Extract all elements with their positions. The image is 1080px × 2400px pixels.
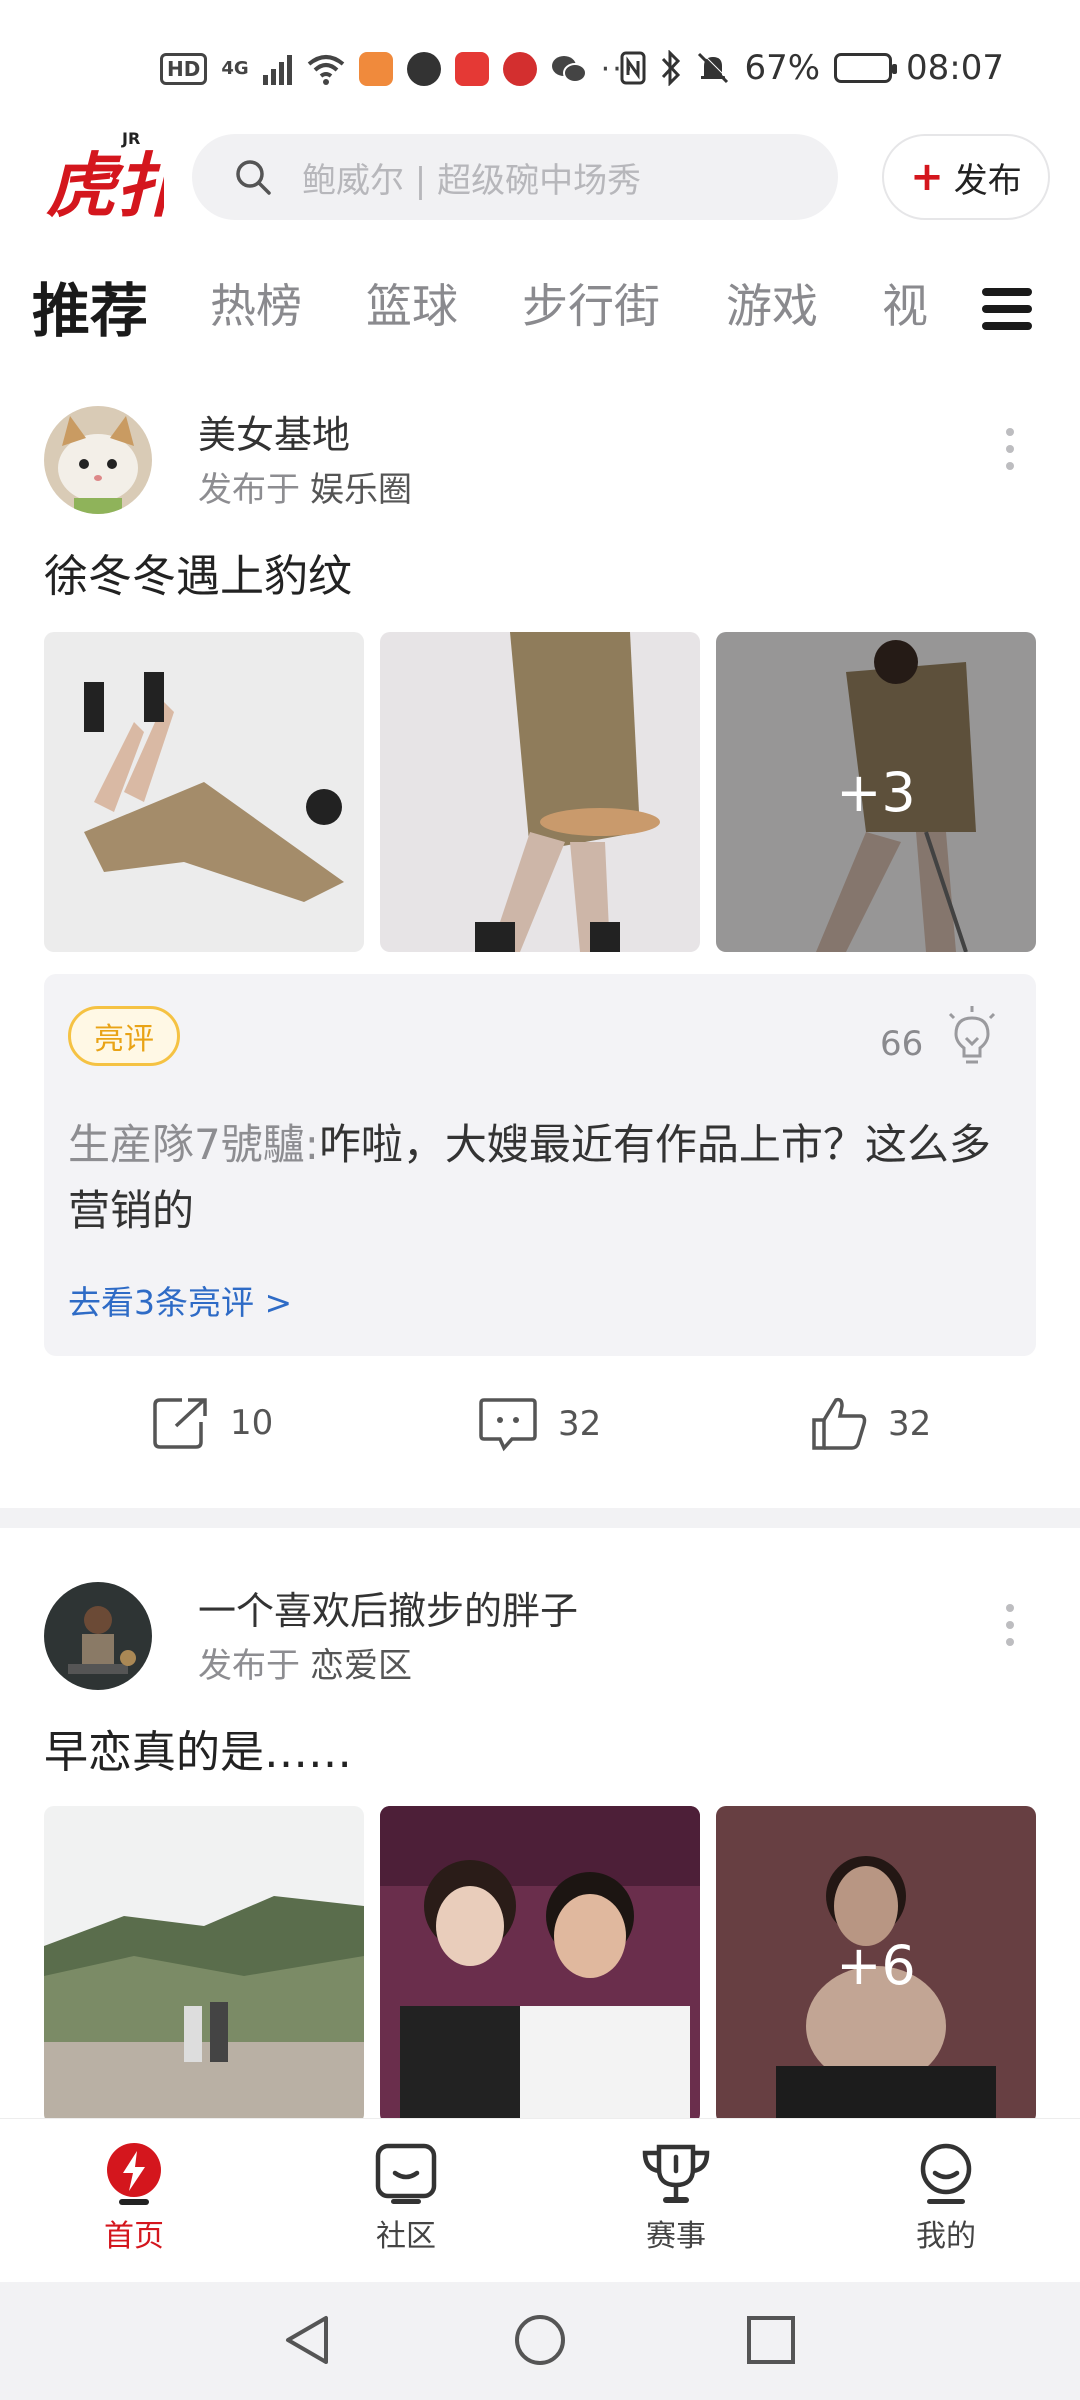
lightbulb-icon[interactable] [944,1006,1000,1066]
back-icon[interactable] [282,2312,334,2368]
comment-icon [479,1398,537,1452]
comment-like-count: 66 [880,1024,924,1064]
nav-profile[interactable]: 我的 [876,2143,1016,2255]
share-button[interactable]: 10 [152,1396,273,1450]
more-options-icon[interactable] [1006,428,1022,470]
thumbs-up-icon [812,1397,867,1450]
publish-button[interactable]: + 发布 [882,134,1050,220]
profile-icon [920,2143,972,2204]
status-notifications: HD 4G ··· [160,48,635,90]
post-divider [0,1508,1080,1528]
svg-text:虎扑: 虎扑 [46,144,164,224]
more-images-count: +6 [716,1806,1036,2124]
upvote-button[interactable]: 32 [810,1396,931,1452]
wechat-icon [551,56,587,83]
avatar[interactable] [44,406,152,514]
highlight-comment[interactable]: 亮评 66 生産隊7號驢:咋啦，大嫂最近有作品上市？这么多营销的 去看3条亮评 … [44,974,1036,1356]
share-count: 10 [230,1403,274,1443]
signal-icon [262,55,292,85]
search-icon [236,160,271,195]
search-placeholder: 鲍威尔 | 超级碗中场秀 [302,160,642,201]
bluetooth-icon [662,50,681,86]
post-username[interactable]: 一个喜欢后撤步的胖子 [198,1580,578,1635]
publish-label: 发布 [953,160,1022,201]
nav-matches[interactable]: 赛事 [606,2143,746,2255]
post-image[interactable] [44,632,364,952]
comment-count: 32 [558,1404,602,1444]
nfc-icon [620,51,646,85]
tab-basketball[interactable]: 篮球 [366,270,458,336]
post-title[interactable]: 徐冬冬遇上豹纹 [44,540,352,604]
post-image[interactable] [380,1806,700,2124]
hd-indicator: HD [160,53,208,85]
post-circle[interactable]: 娱乐圈 [310,470,412,510]
nav-matches-label: 赛事 [646,2219,706,2254]
tab-recommend[interactable]: 推荐 [32,264,148,348]
nav-community[interactable]: 社区 [336,2143,476,2255]
huawei-app-icon [454,52,489,86]
clock: 08:07 [906,48,1004,88]
top-bar: 虎扑 JR 鲍威尔 | 超级碗中场秀 + 发布 [0,128,1080,228]
avatar[interactable] [44,1582,152,1690]
more-images-count: +3 [716,632,1036,952]
comment-text: 生産隊7號驢:咋啦，大嫂最近有作品上市？这么多营销的 [68,1112,1008,1244]
search-input[interactable]: 鲍威尔 | 超级碗中场秀 [192,134,838,220]
highlight-badge: 亮评 [68,1006,180,1066]
health-app-icon [358,52,393,86]
post-username[interactable]: 美女基地 [198,404,350,459]
messenger-app-icon [406,52,441,86]
battery-percent: 67% [744,48,821,88]
hupu-logo-icon: 虎扑 JR [46,129,191,227]
post-image[interactable]: +6 [716,1806,1036,2124]
status-bar: HD 4G ··· 67% 08:07 [0,0,1080,120]
nav-profile-label: 我的 [916,2219,976,2254]
post-actions: 10 32 32 [0,1396,1080,1466]
battery-icon [834,53,898,83]
published-prefix: 发布于 [198,1646,300,1686]
post-meta: 发布于 娱乐圈 [198,462,412,511]
home-icon[interactable] [512,2312,568,2368]
svg-text:JR: JR [121,129,140,148]
status-system: 67% 08:07 [620,46,1004,90]
trophy-icon [642,2144,710,2203]
system-navigation-bar [0,2282,1080,2400]
category-tabs: 推荐 热榜 篮球 步行街 游戏 视 [32,270,1052,352]
recent-apps-icon[interactable] [744,2312,798,2368]
post-title[interactable]: 早恋真的是…… [44,1716,352,1780]
post-meta: 发布于 恋爱区 [198,1638,412,1687]
home-lightning-icon [107,2143,161,2205]
mute-bell-icon [698,51,730,84]
nav-home-label: 首页 [104,2219,164,2254]
post-image[interactable]: +3 [716,632,1036,952]
wifi-icon [307,55,344,85]
metro-app-icon [502,52,537,86]
bottom-navigation: 首页 社区 赛事 我的 [0,2118,1080,2280]
plus-icon: + [910,154,944,200]
tab-pedestrian-street[interactable]: 步行街 [522,270,660,336]
view-highlights-link[interactable]: 去看3条亮评 > [68,1276,292,1324]
comment-author[interactable]: 生産隊7號驢: [68,1120,319,1169]
community-chat-icon [375,2143,437,2204]
post-image[interactable] [380,632,700,952]
network-indicator: 4G [221,58,249,79]
tab-video[interactable]: 视 [882,270,928,336]
post-image[interactable] [44,1806,364,2124]
tab-hot-list[interactable]: 热榜 [210,270,302,336]
share-icon [153,1398,207,1449]
tab-games[interactable]: 游戏 [726,270,818,336]
comment-button[interactable]: 32 [478,1396,601,1452]
nav-home[interactable]: 首页 [64,2143,204,2255]
menu-icon[interactable] [982,288,1032,330]
upvote-count: 32 [888,1404,932,1444]
nav-community-label: 社区 [376,2219,436,2254]
more-options-icon[interactable] [1006,1604,1022,1646]
app-logo[interactable]: 虎扑 JR [44,128,191,227]
post-circle[interactable]: 恋爱区 [310,1646,412,1686]
published-prefix: 发布于 [198,470,300,510]
